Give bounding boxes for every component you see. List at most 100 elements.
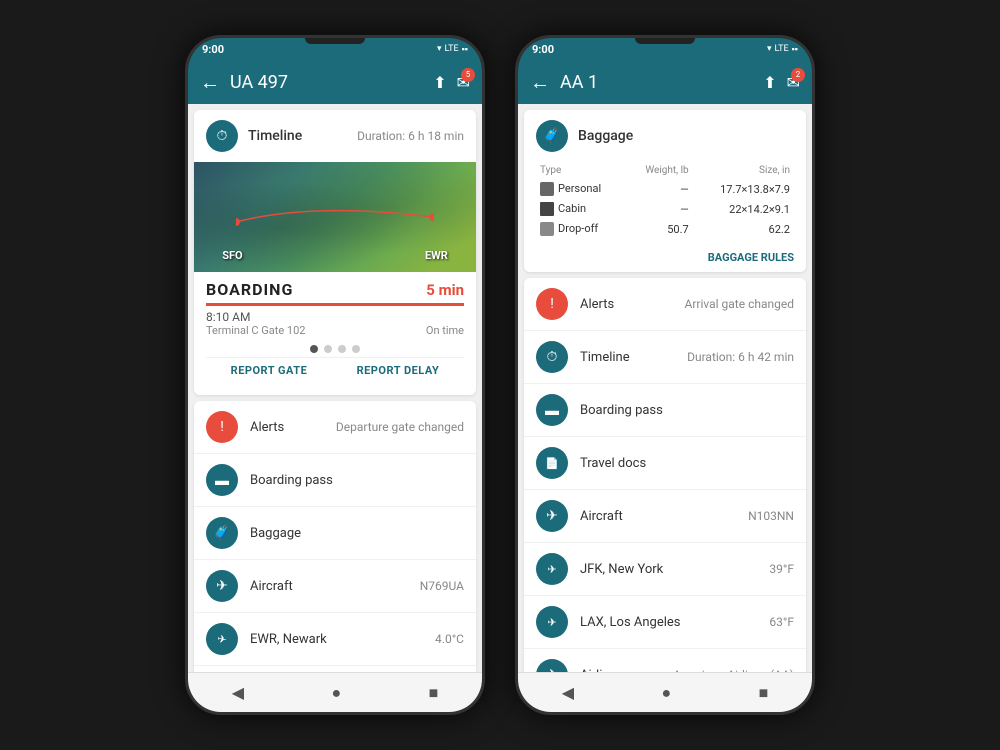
- lax-label-2: LAX, Los Angeles: [580, 615, 757, 630]
- recents-nav-1[interactable]: ■: [429, 683, 439, 703]
- alerts-icon-2: !: [536, 288, 568, 320]
- back-nav-2[interactable]: ◀: [562, 683, 574, 702]
- timeline-label-1: Timeline: [248, 128, 302, 144]
- flight-title-1: UA 497: [230, 72, 423, 93]
- timeline-card-1: ⏱ Timeline Duration: 6 h 18 min SFO EWR: [194, 110, 476, 395]
- baggage-rules-button[interactable]: BAGGAGE RULES: [524, 247, 806, 272]
- boarding-info: Terminal C Gate 102 On time: [206, 324, 464, 337]
- battery-icon: ▪▪: [462, 44, 468, 55]
- travel-icon-2: 📄: [536, 447, 568, 479]
- list-item-travel-2[interactable]: 📄 Travel docs: [524, 437, 806, 490]
- recents-nav-2[interactable]: ■: [759, 683, 769, 703]
- baggage-row-cabin: Cabin — 22×14.2×9.1: [536, 199, 794, 219]
- alerts-icon-1: !: [206, 411, 238, 443]
- boarding-title: BOARDING: [206, 280, 293, 299]
- size-cabin: 22×14.2×9.1: [693, 199, 794, 219]
- home-nav-2[interactable]: ●: [661, 683, 671, 703]
- boarding-progress: [206, 303, 464, 306]
- boarding-icon-1: ▬: [206, 464, 238, 496]
- list-item-lax-2[interactable]: ✈ LAX, Los Angeles 63°F: [524, 596, 806, 649]
- notifications-button-2[interactable]: ✉ 2: [787, 73, 800, 92]
- dot-3: [338, 345, 346, 353]
- list-item-baggage-1[interactable]: 🧳 Baggage: [194, 507, 476, 560]
- list-item-aircraft-2[interactable]: ✈ Aircraft N103NN: [524, 490, 806, 543]
- dot-4: [352, 345, 360, 353]
- share-button-2[interactable]: ⬆: [763, 73, 776, 92]
- aircraft-label-1: Aircraft: [250, 579, 408, 594]
- lax-value-2: 63°F: [769, 615, 794, 629]
- back-button-1[interactable]: ←: [200, 70, 220, 95]
- boarding-label-1: Boarding pass: [250, 473, 464, 488]
- weight-personal: —: [626, 179, 693, 199]
- list-item-airline-2[interactable]: ✈ Airline American Airlines (AA): [524, 649, 806, 672]
- app-bar-1: ← UA 497 ⬆ ✉ 5: [188, 60, 482, 104]
- dot-1: [310, 345, 318, 353]
- aircraft-icon-1: ✈: [206, 570, 238, 602]
- list-item-timeline-2[interactable]: ⏱ Timeline Duration: 6 h 42 min: [524, 331, 806, 384]
- baggage-section-label: Baggage: [578, 128, 633, 144]
- aircraft-icon-2: ✈: [536, 500, 568, 532]
- aircraft-value-1: N769UA: [420, 579, 464, 593]
- status-icons-2: ▾ LTE ▪▪: [767, 44, 798, 55]
- timeline-header-1: ⏱ Timeline Duration: 6 h 18 min: [194, 110, 476, 162]
- bottom-nav-1: ◀ ● ■: [188, 672, 482, 712]
- report-delay-button[interactable]: REPORT DELAY: [357, 364, 440, 377]
- status-bar-1: 9:00 ▾ LTE ▪▪: [188, 38, 482, 60]
- jfk-value-2: 39°F: [769, 562, 794, 576]
- aircraft-label-2: Aircraft: [580, 509, 736, 524]
- travel-label-2: Travel docs: [580, 456, 794, 471]
- size-personal: 17.7×13.8×7.9: [693, 179, 794, 199]
- baggage-card-2: 🧳 Baggage Type Weight, lb Size, in Perso: [524, 110, 806, 272]
- list-item-ewr-1[interactable]: ✈ EWR, Newark 4.0°C: [194, 613, 476, 666]
- list-item-alerts-2[interactable]: ! Alerts Arrival gate changed: [524, 278, 806, 331]
- report-gate-button[interactable]: REPORT GATE: [231, 364, 308, 377]
- ewr-label-1: EWR, Newark: [250, 632, 423, 647]
- type-dropoff: Drop-off: [536, 219, 626, 239]
- home-nav-1[interactable]: ●: [331, 683, 341, 703]
- back-button-2[interactable]: ←: [530, 70, 550, 95]
- card-actions: REPORT GATE REPORT DELAY: [206, 357, 464, 387]
- back-nav-1[interactable]: ◀: [232, 683, 244, 702]
- alerts-value-1: Departure gate changed: [336, 420, 464, 434]
- alerts-label-1: Alerts: [250, 420, 324, 435]
- list-item-aircraft-1[interactable]: ✈ Aircraft N769UA: [194, 560, 476, 613]
- weight-cabin: —: [626, 199, 693, 219]
- baggage-table-2: Type Weight, lb Size, in Personal — 17.7…: [524, 162, 806, 247]
- boarding-row-1: BOARDING 5 min: [206, 280, 464, 299]
- type-cabin: Cabin: [536, 199, 626, 219]
- alerts-value-2: Arrival gate changed: [685, 297, 794, 311]
- timeline-duration-1: Duration: 6 h 18 min: [357, 129, 464, 143]
- baggage-row-personal: Personal — 17.7×13.8×7.9: [536, 179, 794, 199]
- airline-icon-2: ✈: [536, 659, 568, 672]
- size-dropoff: 62.2: [693, 219, 794, 239]
- sfo-label: SFO: [222, 249, 242, 262]
- timeline-label-2: Timeline: [580, 350, 675, 365]
- list-item-jfk-2[interactable]: ✈ JFK, New York 39°F: [524, 543, 806, 596]
- col-size: Size, in: [693, 162, 794, 179]
- list-item-boarding-2[interactable]: ▬ Boarding pass: [524, 384, 806, 437]
- jfk-label-2: JFK, New York: [580, 562, 757, 577]
- signal-icon-2: ▾: [767, 44, 772, 54]
- list-card-2: ! Alerts Arrival gate changed ⏱ Timeline…: [524, 278, 806, 672]
- status-time-2: 9:00: [532, 43, 554, 56]
- dots-row: [206, 337, 464, 357]
- boarding-time: 8:10 AM: [206, 310, 250, 324]
- flight-path-svg: [236, 197, 433, 237]
- col-weight: Weight, lb: [626, 162, 693, 179]
- list-item-boarding-1[interactable]: ▬ Boarding pass: [194, 454, 476, 507]
- alerts-label-2: Alerts: [580, 297, 673, 312]
- boarding-terminal: Terminal C Gate 102: [206, 324, 305, 337]
- notification-badge-1: 5: [461, 68, 475, 82]
- boarding-status: On time: [426, 324, 464, 337]
- map-1: SFO EWR: [194, 162, 476, 272]
- list-item-alerts-1[interactable]: ! Alerts Departure gate changed: [194, 401, 476, 454]
- weight-dropoff: 50.7: [626, 219, 693, 239]
- lax-icon-2: ✈: [536, 606, 568, 638]
- notifications-button-1[interactable]: ✉ 5: [457, 73, 470, 92]
- app-bar-2: ← AA 1 ⬆ ✉ 2: [518, 60, 812, 104]
- boarding-row-2: 8:10 AM: [206, 310, 464, 324]
- screen-2: 🧳 Baggage Type Weight, lb Size, in Perso: [518, 104, 812, 672]
- share-button-1[interactable]: ⬆: [433, 73, 446, 92]
- timeline-icon-1: ⏱: [206, 120, 238, 152]
- screen-1: ⏱ Timeline Duration: 6 h 18 min SFO EWR: [188, 104, 482, 672]
